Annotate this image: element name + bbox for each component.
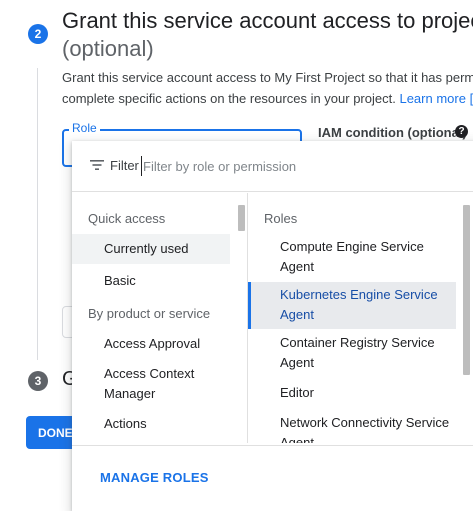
role-field-label: Role [69, 121, 100, 135]
dropdown-footer: MANAGE ROLES [72, 445, 473, 511]
roles-column: Roles Compute Engine Service Agent Kuber… [248, 193, 473, 443]
step-2-title-optional: (optional) [62, 36, 154, 61]
category-basic[interactable]: Basic [72, 271, 230, 291]
done-button[interactable]: DONE [26, 416, 76, 449]
quick-access-heading: Quick access [88, 211, 166, 226]
step-2-number: 2 [28, 24, 48, 44]
step-connector-line [37, 68, 38, 360]
role-kubernetes-engine-service-agent[interactable]: Kubernetes Engine Service Agent [248, 282, 456, 329]
filter-input[interactable] [141, 156, 443, 176]
filter-lines-icon [90, 160, 104, 170]
category-access-approval[interactable]: Access Approval [72, 334, 230, 354]
category-currently-used[interactable]: Currently used [72, 234, 230, 264]
step-2-title: Grant this service account access to pro… [62, 8, 473, 33]
step-3-number: 3 [28, 371, 48, 391]
description-line-2: complete specific actions on the resourc… [62, 88, 473, 109]
description-line-1: Grant this service account access to My … [62, 70, 473, 85]
help-circle-icon[interactable]: ? [455, 125, 468, 138]
role-editor[interactable]: Editor [248, 383, 456, 403]
categories-scrollbar[interactable] [238, 205, 245, 231]
category-actions[interactable]: Actions [72, 414, 230, 434]
categories-column: Quick access Currently used Basic By pro… [72, 193, 248, 443]
category-access-context-manager[interactable]: Access Context Manager [72, 364, 230, 404]
filter-row: Filter [72, 141, 473, 192]
by-product-heading: By product or service [88, 306, 211, 321]
learn-more-link[interactable]: Learn more [399, 91, 465, 106]
open-in-new-icon: [ [465, 91, 473, 106]
description-line-2-text: complete specific actions on the resourc… [62, 91, 396, 106]
step-2-description: Grant this service account access to My … [62, 67, 473, 109]
iam-condition-label: IAM condition (optional) [318, 125, 467, 140]
manage-roles-button[interactable]: MANAGE ROLES [100, 470, 209, 485]
role-compute-engine-service-agent[interactable]: Compute Engine Service Agent [248, 237, 456, 277]
roles-heading: Roles [264, 211, 298, 226]
role-container-registry-service-agent[interactable]: Container Registry Service Agent [248, 333, 456, 373]
role-network-connectivity-service-agent[interactable]: Network Connectivity Service Agent [248, 413, 456, 443]
roles-scrollbar[interactable] [463, 205, 470, 375]
role-dropdown-panel: Filter Quick access Currently used Basic… [72, 141, 473, 511]
filter-label: Filter [110, 158, 139, 173]
